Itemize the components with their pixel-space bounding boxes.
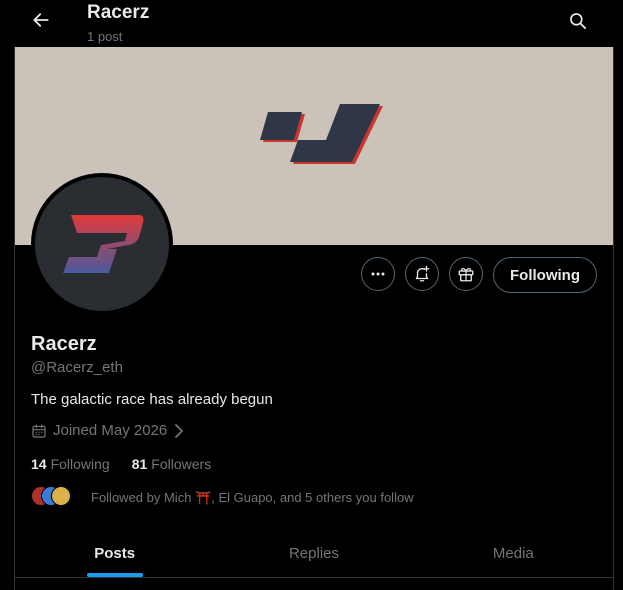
followed-by-text[interactable]: Followed by Mich ⛩️, El Guapo, and 5 oth… bbox=[91, 490, 414, 506]
joined-date[interactable]: Joined May 2026 bbox=[31, 422, 185, 439]
tab-label: Replies bbox=[288, 545, 339, 562]
tab-replies[interactable]: Replies bbox=[214, 530, 413, 577]
gift-button[interactable] bbox=[449, 257, 483, 291]
column-border-right bbox=[613, 47, 614, 590]
following-stat-label: Following bbox=[50, 456, 110, 472]
tab-posts[interactable]: Posts bbox=[15, 530, 214, 577]
followers-stat[interactable]: 81 Followers bbox=[132, 456, 211, 472]
followers-count: 81 bbox=[131, 456, 148, 472]
following-button[interactable]: Following bbox=[493, 257, 597, 293]
active-tab-indicator bbox=[86, 573, 143, 577]
back-button[interactable] bbox=[30, 9, 52, 31]
followers-stat-label: Followers bbox=[151, 456, 212, 472]
more-button[interactable] bbox=[361, 257, 395, 291]
page-title: Racerz bbox=[87, 2, 150, 23]
profile-name: Racerz bbox=[31, 333, 97, 355]
avatar-image bbox=[35, 177, 169, 311]
chevron-right-icon bbox=[175, 423, 184, 438]
following-count: 14 bbox=[31, 456, 47, 472]
tab-label: Posts bbox=[94, 545, 136, 562]
arrow-left-icon bbox=[33, 13, 49, 27]
follow-stats: 14 Following 81 Followers bbox=[31, 456, 211, 472]
profile-handle: @Racerz_eth bbox=[31, 359, 123, 376]
following-stat[interactable]: 14 Following bbox=[31, 456, 110, 472]
top-bar: Racerz 1 post bbox=[0, 0, 623, 47]
notify-button[interactable] bbox=[405, 257, 439, 291]
mutual-follower-avatars[interactable] bbox=[31, 486, 75, 508]
more-horizontal-icon bbox=[371, 272, 385, 276]
joined-label: Joined May 2026 bbox=[53, 422, 168, 439]
post-count: 1 post bbox=[87, 29, 123, 44]
search-button[interactable] bbox=[566, 9, 590, 33]
gift-icon bbox=[458, 268, 474, 282]
tab-media[interactable]: Media bbox=[414, 530, 613, 577]
avatar[interactable] bbox=[31, 173, 173, 315]
mutual-avatar bbox=[51, 486, 71, 506]
racerz-r-logo-icon bbox=[63, 215, 144, 273]
calendar-icon bbox=[32, 423, 46, 438]
tab-label: Media bbox=[492, 545, 534, 562]
profile-bio: The galactic race has already begun bbox=[31, 391, 273, 408]
search-icon bbox=[570, 13, 586, 30]
profile-tabs: Posts Replies Media bbox=[15, 530, 613, 578]
bell-plus-icon bbox=[415, 265, 430, 282]
